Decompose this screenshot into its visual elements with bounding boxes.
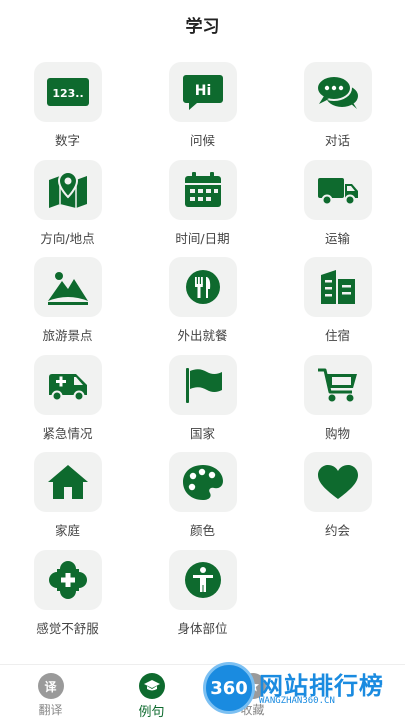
category-label: 紧急情况 xyxy=(42,425,93,441)
tab-label: 翻译 xyxy=(38,703,63,717)
category-conversation[interactable]: 对话 xyxy=(270,62,405,160)
category-label: 约会 xyxy=(324,523,350,538)
medical-cross-icon xyxy=(48,560,87,599)
category-transport[interactable]: 运输 xyxy=(270,159,405,258)
category-countries[interactable]: 国家 xyxy=(135,354,270,453)
ambulance-icon xyxy=(48,373,87,401)
calendar-icon xyxy=(184,171,221,207)
category-label: 数字 xyxy=(54,133,80,148)
category-label: 颜色 xyxy=(189,523,215,538)
palette-icon xyxy=(182,465,223,500)
category-label: 感觉不舒服 xyxy=(36,620,99,636)
category-label: 时间/日期 xyxy=(175,230,230,246)
graduation-cap-icon xyxy=(138,673,165,699)
translate-icon: 译 xyxy=(37,673,64,699)
category-accommodation[interactable]: 住宿 xyxy=(270,257,405,355)
category-label: 运输 xyxy=(324,230,350,246)
heart-icon xyxy=(317,465,358,499)
category-label: 住宿 xyxy=(324,328,350,343)
category-label: 方向/地点 xyxy=(40,230,95,246)
watermark-subtext: WANGZHAN360.CN xyxy=(259,696,335,706)
category-sightseeing[interactable]: 旅游景点 xyxy=(0,257,135,355)
truck-icon xyxy=(317,177,358,205)
chat-bubbles-icon xyxy=(315,75,358,109)
svg-text:Hi: Hi xyxy=(194,83,211,99)
category-label: 问候 xyxy=(189,133,215,148)
category-family[interactable]: 家庭 xyxy=(0,452,135,550)
shopping-cart-icon xyxy=(317,368,357,401)
category-label: 国家 xyxy=(189,425,215,441)
fork-knife-icon xyxy=(185,270,220,304)
flag-icon xyxy=(185,367,222,403)
buildings-icon xyxy=(320,270,355,304)
hi-bubble-icon: Hi xyxy=(182,75,223,110)
map-pin-icon xyxy=(48,170,87,208)
tab-phrases[interactable]: 例句 xyxy=(101,665,202,720)
watermark-overlay: 360 网站排行榜 WANGZHAN360.CN xyxy=(201,660,401,716)
category-greetings[interactable]: Hi 问候 xyxy=(135,62,270,160)
page-title: 学习 xyxy=(185,17,220,37)
category-feeling-unwell[interactable]: 感觉不舒服 xyxy=(0,549,135,648)
category-body-parts[interactable]: 身体部位 xyxy=(135,549,270,648)
mountain-icon xyxy=(47,272,88,305)
category-label: 对话 xyxy=(324,133,350,148)
watermark-badge: 360 xyxy=(203,662,255,714)
category-time-date[interactable]: 时间/日期 xyxy=(135,159,270,258)
category-colors[interactable]: 颜色 xyxy=(135,452,270,550)
category-shopping[interactable]: 购物 xyxy=(270,354,405,453)
category-numbers[interactable]: 123.. 数字 xyxy=(0,62,135,160)
category-emergency[interactable]: 紧急情况 xyxy=(0,354,135,453)
category-label: 家庭 xyxy=(54,523,80,538)
house-icon xyxy=(47,465,88,499)
category-dining[interactable]: 外出就餐 xyxy=(135,257,270,355)
tab-translate[interactable]: 译 翻译 xyxy=(0,665,101,720)
number-123-icon: 123.. xyxy=(46,78,89,106)
tab-label: 例句 xyxy=(138,705,165,720)
category-label: 外出就餐 xyxy=(177,328,228,343)
category-label: 购物 xyxy=(324,425,350,441)
category-label: 身体部位 xyxy=(177,620,228,636)
category-directions[interactable]: 方向/地点 xyxy=(0,159,135,258)
body-person-icon xyxy=(184,561,221,598)
svg-text:123..: 123.. xyxy=(52,87,83,100)
category-label: 旅游景点 xyxy=(42,328,93,343)
category-dating[interactable]: 约会 xyxy=(270,452,405,550)
category-grid: 123.. 数字 Hi 问候 对话 方向/地点 时间/日期 运输 旅游景点 外出… xyxy=(0,62,405,647)
